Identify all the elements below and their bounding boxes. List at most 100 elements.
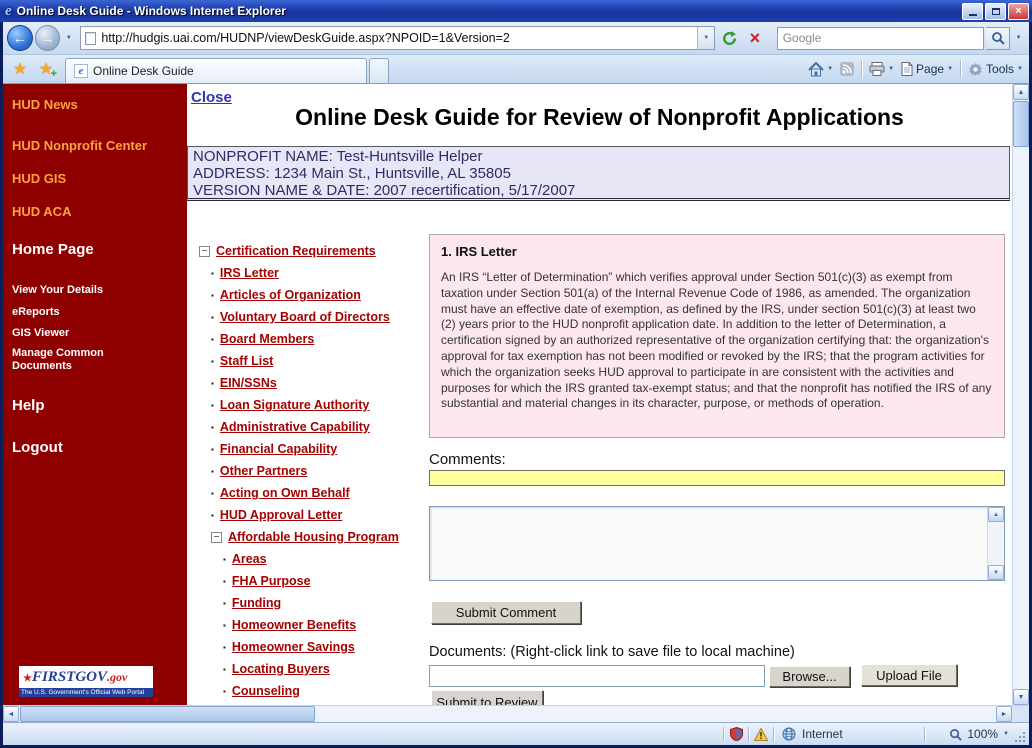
tree-link-board-members[interactable]: Board Members — [220, 332, 314, 346]
tree-link-fha-purpose[interactable]: FHA Purpose — [232, 574, 311, 588]
tree-item-articles-of-organization[interactable]: ▪Articles of Organization — [199, 284, 424, 306]
tab-online-desk-guide[interactable]: e Online Desk Guide — [65, 58, 367, 83]
document-file-input[interactable] — [429, 665, 765, 687]
scroll-down-button[interactable]: ▼ — [1013, 689, 1029, 705]
sidebar-item-hud-aca[interactable]: HUD ACA — [3, 204, 187, 219]
back-button[interactable]: ← — [7, 25, 33, 51]
submit-comment-button[interactable]: Submit Comment — [431, 601, 581, 624]
zoom-control[interactable]: 100% ▼ — [925, 727, 1013, 741]
sidebar-item-help[interactable]: Help — [3, 397, 187, 414]
tree-link-homeowner-savings[interactable]: Homeowner Savings — [232, 640, 355, 654]
address-history-dropdown[interactable]: ▼ — [697, 27, 714, 49]
tree-item-homeowner-benefits[interactable]: ▪Homeowner Benefits — [199, 614, 424, 636]
restore-button[interactable] — [985, 3, 1006, 20]
window-titlebar[interactable]: e Online Desk Guide - Windows Internet E… — [0, 0, 1032, 22]
tree-link-counseling[interactable]: Counseling — [232, 684, 300, 698]
tree-link-homeowner-benefits[interactable]: Homeowner Benefits — [232, 618, 356, 632]
home-dropdown-icon[interactable]: ▼ — [827, 66, 833, 72]
tree-item-irs-letter[interactable]: ▪IRS Letter — [199, 262, 424, 284]
search-box[interactable]: Google — [777, 27, 985, 50]
home-button[interactable]: ▼ — [808, 62, 833, 77]
tree-item-other-partners[interactable]: ▪Other Partners — [199, 460, 424, 482]
minimize-button[interactable] — [962, 3, 983, 20]
page-dropdown-icon[interactable]: ▼ — [947, 66, 953, 72]
warning-icon[interactable] — [749, 728, 773, 741]
sidebar-item-hud-nonprofit-center[interactable]: HUD Nonprofit Center — [3, 138, 187, 153]
tree-item-fha-purpose[interactable]: ▪FHA Purpose — [199, 570, 424, 592]
tree-item-areas[interactable]: ▪Areas — [199, 548, 424, 570]
submit-to-review-button[interactable]: Submit to Review — [431, 690, 543, 705]
scroll-left-button[interactable]: ◄ — [3, 706, 19, 722]
quick-tab-stub[interactable] — [369, 58, 389, 83]
vertical-scrollbar[interactable]: ▲ ▼ — [1012, 84, 1029, 705]
upload-file-button[interactable]: Upload File — [861, 664, 957, 686]
tree-link-funding[interactable]: Funding — [232, 596, 281, 610]
sidebar-item-gis-viewer[interactable]: GIS Viewer — [3, 327, 133, 340]
address-field[interactable]: http://hudgis.uai.com/HUDNP/viewDeskGuid… — [80, 26, 715, 50]
textarea-scroll-up-icon[interactable]: ▲ — [988, 507, 1004, 522]
textarea-scroll-down-icon[interactable]: ▼ — [988, 565, 1004, 580]
sidebar-item-ereports[interactable]: eReports — [3, 306, 133, 319]
scroll-up-button[interactable]: ▲ — [1013, 84, 1029, 100]
close-window-button[interactable]: × — [1008, 3, 1029, 20]
browse-button[interactable]: Browse... — [769, 666, 850, 687]
tree-link-other-partners[interactable]: Other Partners — [220, 464, 308, 478]
tools-menu-button[interactable]: Tools ▼ — [968, 62, 1023, 77]
tree-link-articles-of-organization[interactable]: Articles of Organization — [220, 288, 361, 302]
print-dropdown-icon[interactable]: ▼ — [888, 66, 894, 72]
vertical-scroll-thumb[interactable] — [1013, 101, 1029, 147]
tree-item-voluntary-board-of-directors[interactable]: ▪Voluntary Board of Directors — [199, 306, 424, 328]
recent-pages-dropdown[interactable]: ▼ — [62, 35, 75, 41]
page-menu-button[interactable]: Page ▼ — [901, 62, 953, 76]
tree-link-acting-on-own-behalf[interactable]: Acting on Own Behalf — [220, 486, 350, 500]
feeds-button[interactable] — [840, 62, 854, 76]
comment-title-input[interactable] — [429, 470, 1005, 486]
tree-item-hud-approval-letter[interactable]: ▪HUD Approval Letter — [199, 504, 424, 526]
tree-item-acting-on-own-behalf[interactable]: ▪Acting on Own Behalf — [199, 482, 424, 504]
tree-item-financial-capability[interactable]: ▪Financial Capability — [199, 438, 424, 460]
tree-link-irs-letter[interactable]: IRS Letter — [220, 266, 279, 280]
search-options-dropdown[interactable]: ▼ — [1012, 35, 1025, 41]
resize-grip[interactable] — [1013, 723, 1027, 745]
tree-link-locating-buyers[interactable]: Locating Buyers — [232, 662, 330, 676]
tree-item-locating-buyers[interactable]: ▪Locating Buyers — [199, 658, 424, 680]
sidebar-item-hud-news[interactable]: HUD News — [3, 97, 187, 112]
sidebar-item-logout[interactable]: Logout — [3, 439, 187, 456]
tree-link-voluntary-board-of-directors[interactable]: Voluntary Board of Directors — [220, 310, 390, 324]
tree-link-certification-requirements[interactable]: Certification Requirements — [216, 244, 376, 258]
tree-item-counseling[interactable]: ▪Counseling — [199, 680, 424, 702]
sidebar-item-hud-gis[interactable]: HUD GIS — [3, 171, 187, 186]
add-favorite-button[interactable]: ★ + — [33, 57, 59, 82]
tree-link-areas[interactable]: Areas — [232, 552, 267, 566]
tree-link-affordable-housing-program[interactable]: Affordable Housing Program — [228, 530, 399, 544]
favorites-center-button[interactable]: ★ — [7, 57, 33, 82]
tree-link-hud-approval-letter[interactable]: HUD Approval Letter — [220, 508, 342, 522]
tree-item-loan-signature-authority[interactable]: ▪Loan Signature Authority — [199, 394, 424, 416]
tree-item-administrative-capability[interactable]: ▪Administrative Capability — [199, 416, 424, 438]
print-button[interactable]: ▼ — [869, 62, 894, 76]
tools-dropdown-icon[interactable]: ▼ — [1017, 66, 1023, 72]
tree-link-ein-ssns[interactable]: EIN/SSNs — [220, 376, 277, 390]
search-button[interactable] — [986, 27, 1010, 50]
tree-item-funding[interactable]: ▪Funding — [199, 592, 424, 614]
refresh-button[interactable] — [717, 26, 741, 50]
collapse-expander-icon[interactable]: − — [199, 246, 210, 257]
firstgov-logo[interactable]: ★FIRSTGOV.gov The U.S. Government's Offi… — [19, 666, 153, 697]
forward-button[interactable]: → — [35, 25, 61, 51]
tree-item-certification-requirements[interactable]: − Certification Requirements — [199, 240, 424, 262]
security-shield-icon[interactable] — [724, 727, 748, 741]
horizontal-scrollbar[interactable]: ◄ ► — [3, 705, 1029, 722]
horizontal-scroll-thumb[interactable] — [20, 706, 315, 722]
sidebar-item-manage-common-documents[interactable]: Manage Common Documents — [3, 347, 123, 373]
collapse-expander-icon[interactable]: − — [211, 532, 222, 543]
tree-item-homeowner-savings[interactable]: ▪Homeowner Savings — [199, 636, 424, 658]
tree-link-staff-list[interactable]: Staff List — [220, 354, 273, 368]
zoom-dropdown-icon[interactable]: ▼ — [1003, 731, 1009, 737]
tree-item-ein-ssns[interactable]: ▪EIN/SSNs — [199, 372, 424, 394]
tree-item-board-members[interactable]: ▪Board Members — [199, 328, 424, 350]
stop-button[interactable]: × — [743, 26, 767, 50]
sidebar-item-view-your-details[interactable]: View Your Details — [3, 284, 133, 297]
sidebar-item-home-page[interactable]: Home Page — [3, 241, 187, 258]
tree-link-loan-signature-authority[interactable]: Loan Signature Authority — [220, 398, 370, 412]
textarea-scrollbar[interactable]: ▲ ▼ — [987, 507, 1004, 580]
